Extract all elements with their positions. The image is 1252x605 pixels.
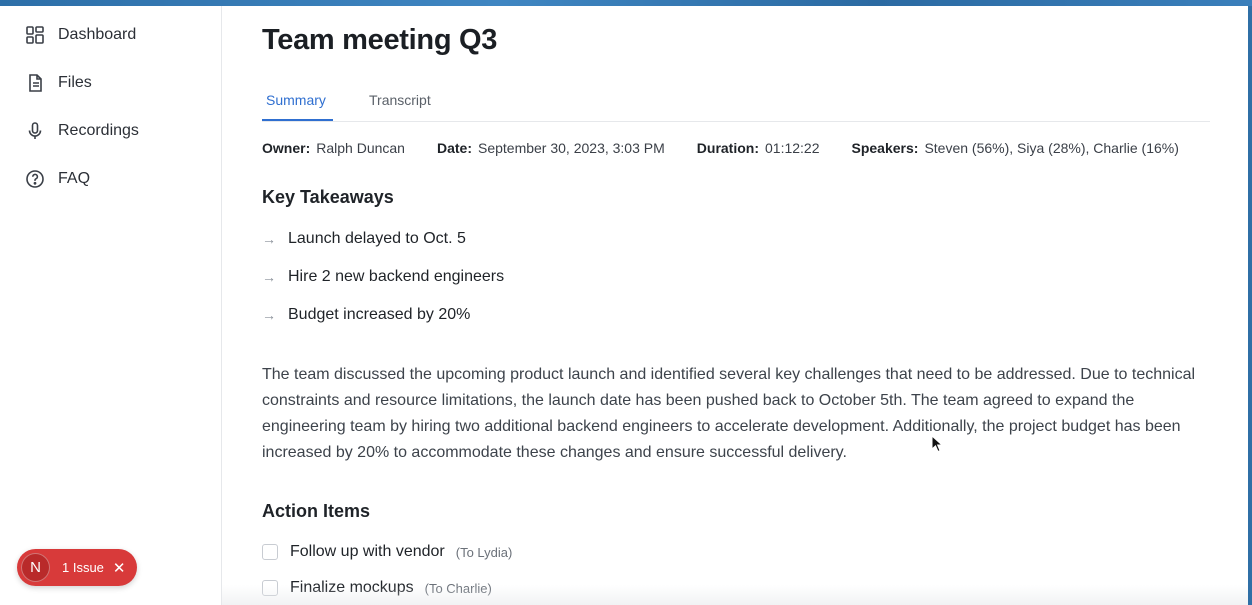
sidebar-item-label: Dashboard <box>58 26 137 43</box>
action-item-text: Finalize mockups <box>290 579 414 596</box>
action-items-heading: Action Items <box>262 501 371 521</box>
arrow-right-icon: → <box>262 307 276 323</box>
arrow-right-icon: → <box>262 231 276 247</box>
duration-field: Duration: 01:12:22 <box>697 140 820 156</box>
takeaway-text: Hire 2 new backend engineers <box>288 268 505 285</box>
sidebar-item-label: Files <box>58 74 92 91</box>
key-takeaways-heading: Key Takeaways <box>262 187 394 207</box>
microphone-icon <box>24 120 46 142</box>
date-label: Date: <box>436 140 472 156</box>
dashboard-icon <box>24 24 46 46</box>
active-tab-indicator <box>262 119 333 121</box>
page-title: Team meeting Q3 <box>262 24 498 56</box>
action-item-assignee: (To Lydia) <box>455 544 513 560</box>
issue-count-label: 1 Issue <box>62 560 104 575</box>
main-content: Team meeting Q3 Summary Transcript Owner… <box>262 6 1210 605</box>
file-icon <box>24 72 46 94</box>
browser-frame-right <box>1248 6 1252 605</box>
takeaway-text: Launch delayed to Oct. 5 <box>288 230 466 247</box>
meeting-metadata: Owner: Ralph Duncan Date: September 30, 20… <box>262 140 1179 156</box>
date-field: Date: September 30, 2023, 3:03 PM <box>437 140 665 156</box>
sidebar-item-dashboard[interactable]: Dashboard <box>24 20 136 50</box>
action-item-text: Follow up with vendor <box>290 543 445 560</box>
action-item-checkbox[interactable] <box>262 544 278 560</box>
list-item: → Launch delayed to Oct. 5 <box>262 229 466 249</box>
tab-summary[interactable]: Summary <box>266 92 326 108</box>
tab-transcript[interactable]: Transcript <box>369 92 431 108</box>
action-item: Finalize mockups (To Charlie) <box>262 577 492 599</box>
sidebar-item-files[interactable]: Files <box>24 68 92 98</box>
owner-label: Owner: <box>262 140 311 156</box>
mouse-cursor-icon <box>931 435 944 453</box>
action-item: Follow up with vendor (To Lydia) <box>262 541 512 563</box>
summary-paragraph: The team discussed the upcoming product … <box>262 366 1196 461</box>
sidebar-item-faq[interactable]: FAQ <box>24 164 90 194</box>
list-item: → Hire 2 new backend engineers <box>262 267 504 287</box>
arrow-right-icon: → <box>262 269 276 285</box>
owner-value: Ralph Duncan <box>316 140 405 156</box>
sidebar: Dashboard Files Recordings FAQ N 1 Issue… <box>0 6 222 605</box>
duration-value: 01:12:22 <box>765 140 820 156</box>
list-item: → Budget increased by 20% <box>262 305 470 325</box>
help-circle-icon <box>24 168 46 190</box>
speakers-field: Speakers: Steven (56%), Siya (28%), Charl… <box>852 140 1179 156</box>
speakers-value: Steven (56%), Siya (28%), Charlie (16%) <box>924 140 1179 156</box>
action-item-checkbox[interactable] <box>262 580 278 596</box>
sidebar-item-recordings[interactable]: Recordings <box>24 116 139 146</box>
takeaway-text: Budget increased by 20% <box>288 306 471 323</box>
speakers-label: Speakers: <box>851 140 919 156</box>
issue-badge[interactable]: N 1 Issue ✕ <box>17 549 137 586</box>
duration-label: Duration: <box>696 140 759 156</box>
date-value: September 30, 2023, 3:03 PM <box>477 140 665 156</box>
close-icon[interactable]: ✕ <box>113 559 126 577</box>
sidebar-item-label: Recordings <box>58 122 139 139</box>
sidebar-item-label: FAQ <box>58 170 91 187</box>
action-item-assignee: (To Charlie) <box>424 580 492 596</box>
owner-field: Owner: Ralph Duncan <box>262 140 405 156</box>
avatar: N <box>21 553 50 582</box>
tab-bar: Summary Transcript <box>262 86 1210 122</box>
